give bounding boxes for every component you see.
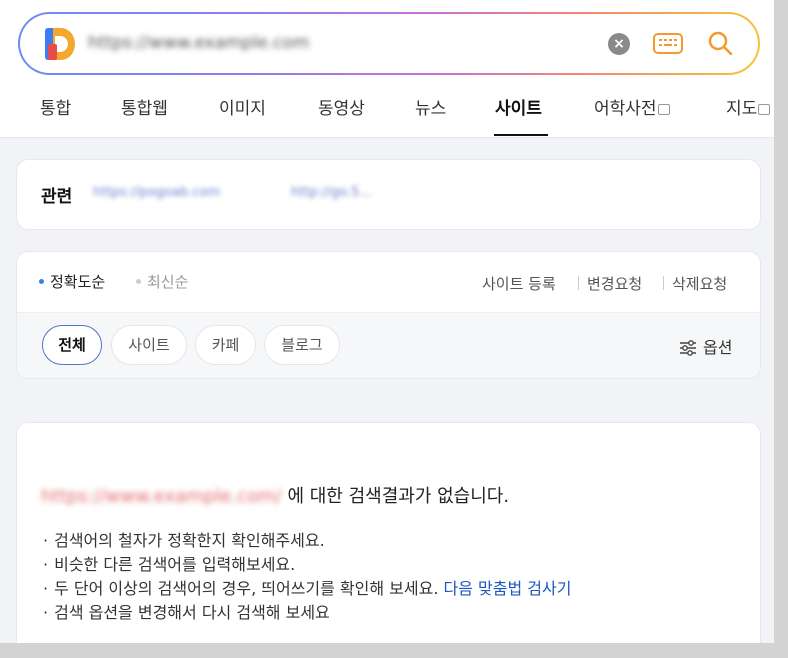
tab-bar: 통합 통합웹 이미지 동영상 뉴스 사이트 어학사전 지도 — [0, 82, 774, 138]
chip-blog[interactable]: 블로그 — [264, 325, 340, 365]
search-icon[interactable] — [706, 29, 734, 57]
external-link-icon — [657, 104, 670, 115]
change-request-link[interactable]: 변경요청 — [587, 273, 642, 294]
keyboard-icon[interactable] — [653, 32, 683, 56]
divider — [578, 276, 579, 290]
divider — [663, 276, 664, 290]
tab-web[interactable]: 통합웹 — [121, 94, 168, 119]
delete-request-link[interactable]: 삭제요청 — [672, 273, 727, 294]
external-link-icon — [758, 104, 771, 115]
tab-all[interactable]: 통합 — [40, 94, 71, 119]
filter-card: 정확도순 최신순 사이트 등록 변경요청 삭제요청 전체 사이트 카페 블로그 — [16, 251, 761, 379]
sort-row: 정확도순 최신순 사이트 등록 변경요청 삭제요청 — [17, 252, 760, 312]
tip-item: · 두 단어 이상의 검색어의 경우, 띄어쓰기를 확인해 보세요. 다음 맞춤법… — [43, 579, 572, 598]
tab-map[interactable]: 지도 — [726, 94, 771, 119]
no-result-message: https://www.example.com/에 대한 검색결과가 없습니다. — [41, 486, 510, 507]
search-input[interactable]: https://www.example.com — [88, 33, 328, 53]
active-dot-icon — [39, 279, 44, 284]
sort-latest[interactable]: 최신순 — [136, 271, 188, 292]
tab-news[interactable]: 뉴스 — [415, 94, 446, 119]
result-query: https://www.example.com/ — [41, 486, 282, 507]
tab-videos[interactable]: 동영상 — [318, 94, 365, 119]
tip-item: · 검색 옵션을 변경해서 다시 검색해 보세요 — [43, 603, 330, 622]
chip-cafe[interactable]: 카페 — [195, 325, 256, 365]
dot-icon — [136, 279, 141, 284]
chip-all[interactable]: 전체 — [42, 325, 102, 365]
clear-icon[interactable]: × — [608, 33, 630, 55]
page: https://www.example.com × 통합 통합웹 이미지 동영상… — [0, 0, 774, 643]
spelling-checker-link[interactable]: 다음 맞춤법 검사기 — [444, 579, 572, 598]
bottom-gutter — [0, 643, 788, 658]
chip-row: 전체 사이트 카페 블로그 옵션 — [17, 312, 760, 378]
tip-item: · 비슷한 다른 검색어를 입력해보세요. — [43, 555, 296, 574]
tab-dictionary[interactable]: 어학사전 — [594, 94, 670, 119]
site-register-link[interactable]: 사이트 등록 — [482, 273, 556, 294]
related-link[interactable]: https://pogoab.com — [93, 185, 220, 200]
search-bar: https://www.example.com × — [18, 12, 760, 75]
chip-site[interactable]: 사이트 — [111, 325, 187, 365]
active-tab-indicator — [494, 134, 548, 136]
related-card: 관련 https://pogoab.com http://go.5... — [16, 159, 761, 230]
sort-accuracy[interactable]: 정확도순 — [39, 271, 105, 292]
daum-logo-icon[interactable] — [45, 28, 75, 60]
tab-site[interactable]: 사이트 — [495, 94, 542, 119]
tip-item: · 검색어의 철자가 정확한지 확인해주세요. — [43, 531, 325, 550]
tips-list: · 검색어의 철자가 정확한지 확인해주세요. · 비슷한 다른 검색어를 입력해보… — [43, 527, 571, 623]
options-button[interactable]: 옵션 — [679, 334, 732, 358]
related-label: 관련 — [41, 187, 73, 207]
results-card: https://www.example.com/에 대한 검색결과가 없습니다.… — [16, 422, 761, 643]
sliders-icon — [680, 340, 696, 356]
related-link[interactable]: http://go.5... — [291, 185, 372, 200]
scrollbar[interactable] — [774, 0, 788, 658]
tab-images[interactable]: 이미지 — [219, 94, 266, 119]
header: https://www.example.com × 통합 통합웹 이미지 동영상… — [0, 0, 774, 138]
